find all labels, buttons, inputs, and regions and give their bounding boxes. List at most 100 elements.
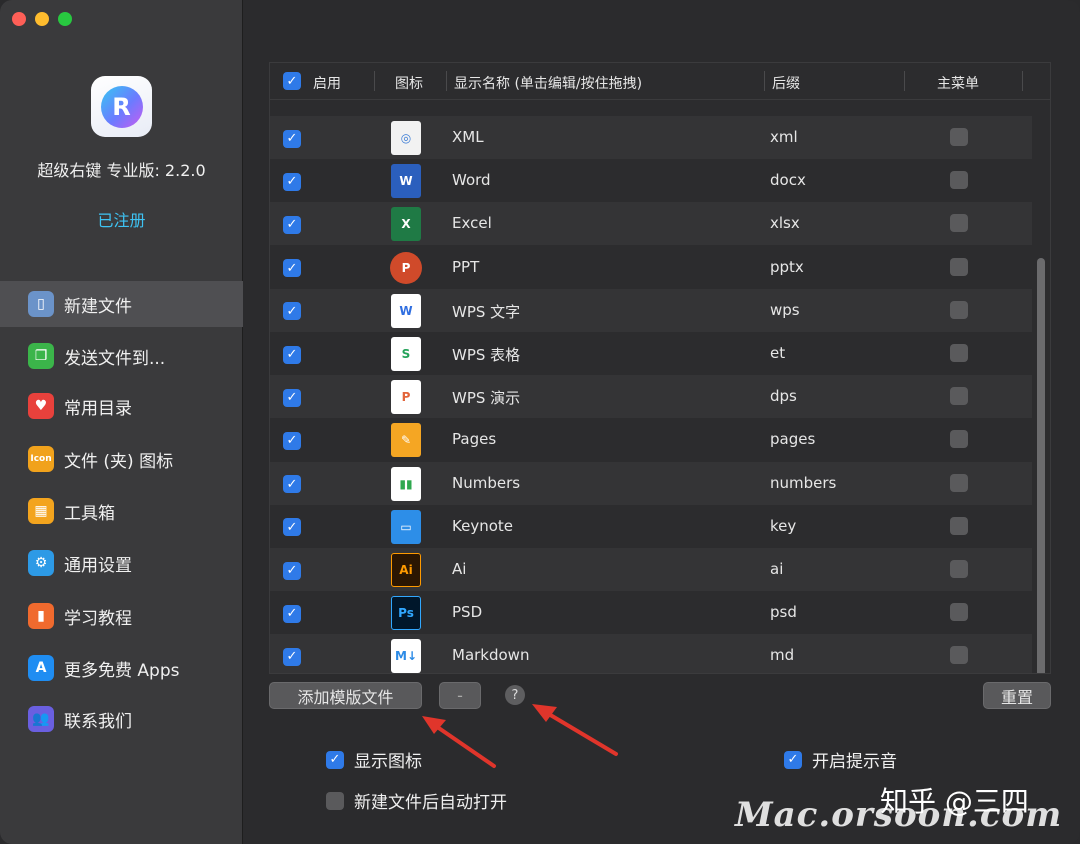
sidebar-item-label: 新建文件 xyxy=(64,296,132,317)
row-main-menu-checkbox[interactable] xyxy=(950,344,968,366)
select-all-checkbox[interactable]: ✓ xyxy=(283,72,301,90)
reset-button[interactable]: 重置 xyxy=(983,682,1051,709)
watermark-text: Mac.orsoon.com xyxy=(735,795,1063,835)
table-header: ✓ 启用 图标 显示名称 (单击编辑/按住拖拽) 后缀 主菜单 xyxy=(270,63,1050,100)
app-version: 超级右键 专业版: 2.2.0 xyxy=(37,161,206,180)
table-row[interactable]: ✓ X Excel xlsx xyxy=(270,202,1032,246)
show-icon-checkbox[interactable]: ✓ xyxy=(326,750,344,769)
row-display-name[interactable]: WPS 文字 xyxy=(452,301,520,322)
header-main-menu[interactable]: 主菜单 xyxy=(937,73,979,93)
row-main-menu-checkbox[interactable] xyxy=(950,214,968,236)
template-table: ✓ 启用 图标 显示名称 (单击编辑/按住拖拽) 后缀 主菜单 ✓ ◎ XML xml… xyxy=(269,62,1051,674)
sidebar-item[interactable]: ▮ 学习教程 xyxy=(0,593,243,639)
row-enabled-checkbox[interactable]: ✓ xyxy=(283,560,301,580)
sidebar-item[interactable]: ▦ 工具箱 xyxy=(0,488,243,534)
row-main-menu-checkbox[interactable] xyxy=(950,603,968,625)
row-enabled-checkbox[interactable]: ✓ xyxy=(283,474,301,494)
sidebar-item[interactable]: A 更多免费 Apps xyxy=(0,645,243,691)
sidebar-item[interactable]: ▯ 新建文件 xyxy=(0,281,243,327)
row-enabled-checkbox[interactable]: ✓ xyxy=(283,517,301,537)
row-enabled-checkbox[interactable]: ✓ xyxy=(283,128,301,148)
table-row[interactable]: ✓ P PPT pptx xyxy=(270,246,1032,289)
table-row[interactable]: ✓ ✎ Pages pages xyxy=(270,418,1032,461)
row-display-name[interactable]: Excel xyxy=(452,214,492,232)
table-row[interactable]: ✓ Ai Ai ai xyxy=(270,548,1032,591)
markdown-icon: M↓ xyxy=(388,639,424,673)
row-main-menu-checkbox[interactable] xyxy=(950,560,968,582)
sound-checkbox[interactable]: ✓ xyxy=(784,750,802,769)
sidebar-item[interactable]: 👥 联系我们 xyxy=(0,696,243,742)
app-store-icon: A xyxy=(28,655,54,681)
sidebar-item-label: 通用设置 xyxy=(64,555,132,576)
annotation-arrow-add xyxy=(422,716,496,768)
row-enabled-checkbox[interactable]: ✓ xyxy=(283,301,301,321)
toolbox-icon: ▦ xyxy=(28,498,54,524)
row-enabled-checkbox[interactable]: ✓ xyxy=(283,387,301,407)
row-main-menu-checkbox[interactable] xyxy=(950,387,968,409)
add-template-button[interactable]: 添加模版文件 xyxy=(269,682,422,709)
row-main-menu-checkbox[interactable] xyxy=(950,646,968,668)
row-enabled-checkbox[interactable]: ✓ xyxy=(283,646,301,666)
header-ext[interactable]: 后缀 xyxy=(772,73,800,93)
table-row[interactable]: ✓ W Word docx xyxy=(270,159,1032,202)
word-icon: W xyxy=(388,164,424,199)
row-main-menu-checkbox[interactable] xyxy=(950,257,968,280)
row-display-name[interactable]: PPT xyxy=(452,258,479,276)
table-row[interactable]: ✓ M↓ Markdown md xyxy=(270,634,1032,673)
contacts-icon: 👥 xyxy=(28,706,54,732)
row-enabled-checkbox[interactable]: ✓ xyxy=(283,430,301,450)
table-row[interactable]: ✓ P WPS 演示 dps xyxy=(270,375,1032,419)
sidebar-item-label: 发送文件到... xyxy=(64,348,166,369)
wps-presentation-icon: P xyxy=(388,380,424,415)
table-row[interactable]: ✓ ◎ XML xml xyxy=(270,116,1032,159)
row-display-name[interactable]: WPS 表格 xyxy=(452,344,520,365)
row-enabled-checkbox[interactable]: ✓ xyxy=(283,258,301,278)
powerpoint-icon: P xyxy=(388,251,424,285)
numbers-icon: ▮▮ xyxy=(388,466,424,501)
row-display-name[interactable]: Pages xyxy=(452,430,496,448)
row-display-name[interactable]: Keynote xyxy=(452,517,513,535)
row-display-name[interactable]: WPS 演示 xyxy=(452,387,520,408)
new-file-icon: ▯ xyxy=(28,291,54,317)
row-enabled-checkbox[interactable]: ✓ xyxy=(283,171,301,191)
row-extension: wps xyxy=(770,300,800,319)
row-enabled-checkbox[interactable]: ✓ xyxy=(283,214,301,234)
zoom-window-button[interactable] xyxy=(58,12,72,26)
row-display-name[interactable]: PSD xyxy=(452,603,482,621)
row-main-menu-checkbox[interactable] xyxy=(950,516,968,539)
row-main-menu-checkbox[interactable] xyxy=(950,128,968,150)
table-row[interactable]: ✓ S WPS 表格 et xyxy=(270,332,1032,375)
row-display-name[interactable]: Word xyxy=(452,171,491,189)
auto-open-option[interactable]: 新建文件后自动打开 xyxy=(326,788,507,813)
table-row[interactable]: ✓ ▮▮ Numbers numbers xyxy=(270,461,1032,505)
row-enabled-checkbox[interactable]: ✓ xyxy=(283,603,301,623)
row-display-name[interactable]: XML xyxy=(452,128,484,146)
table-scrollbar[interactable] xyxy=(1037,258,1045,673)
row-display-name[interactable]: Markdown xyxy=(452,646,529,664)
row-display-name[interactable]: Ai xyxy=(452,560,466,578)
table-row[interactable]: ✓ W WPS 文字 wps xyxy=(270,288,1032,332)
wps-sheet-icon: S xyxy=(388,337,424,371)
close-window-button[interactable] xyxy=(12,12,26,26)
sidebar-item[interactable]: ⚙ 通用设置 xyxy=(0,540,243,586)
xml-file-icon: ◎ xyxy=(388,121,424,155)
table-row[interactable]: ✓ ▭ Keynote key xyxy=(270,505,1032,548)
row-main-menu-checkbox[interactable] xyxy=(950,171,968,193)
minimize-window-button[interactable] xyxy=(35,12,49,26)
auto-open-checkbox[interactable] xyxy=(326,791,344,810)
sidebar-item[interactable]: ♥ 常用目录 xyxy=(0,383,243,429)
table-row[interactable]: ✓ Ps PSD psd xyxy=(270,591,1032,634)
row-main-menu-checkbox[interactable] xyxy=(950,430,968,452)
row-main-menu-checkbox[interactable] xyxy=(950,473,968,496)
header-name[interactable]: 显示名称 (单击编辑/按住拖拽) xyxy=(454,73,642,93)
sidebar-item[interactable]: ❐ 发送文件到... xyxy=(0,333,243,379)
row-extension: et xyxy=(770,344,786,362)
header-divider xyxy=(1022,71,1023,91)
row-enabled-checkbox[interactable]: ✓ xyxy=(283,344,301,364)
sidebar-item[interactable]: Icon 文件 (夹) 图标 xyxy=(0,436,243,482)
row-main-menu-checkbox[interactable] xyxy=(950,300,968,323)
photoshop-icon: Ps xyxy=(388,596,424,631)
row-display-name[interactable]: Numbers xyxy=(452,474,520,492)
sound-option[interactable]: ✓ 开启提示音 xyxy=(784,747,897,772)
show-icon-option[interactable]: ✓ 显示图标 xyxy=(326,747,422,772)
